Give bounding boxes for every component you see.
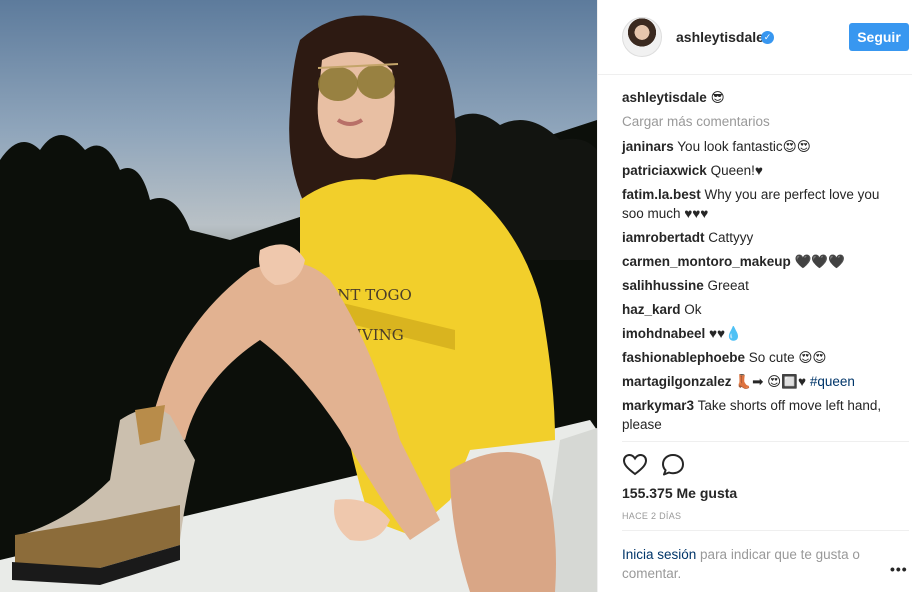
- like-count[interactable]: 155.375 Me gusta: [622, 485, 737, 501]
- post-photo[interactable]: CANT TOGO BLIVING: [0, 0, 597, 592]
- comment-username[interactable]: martagilgonzalez: [622, 374, 732, 389]
- hashtag-link[interactable]: #queen: [810, 374, 855, 389]
- comment: janinars You look fantastic😍😍: [622, 135, 897, 159]
- comment-text: Cattyyy: [708, 230, 754, 245]
- comment-username[interactable]: haz_kard: [622, 302, 681, 317]
- comment-text: Ok: [684, 302, 702, 317]
- header-username[interactable]: ashleytisdale: [676, 29, 764, 45]
- heart-outline-icon[interactable]: [622, 452, 648, 478]
- comment-text: So cute 😍😍: [748, 350, 827, 365]
- comment: iamrobertadt Cattyyy: [622, 226, 897, 250]
- comment-username[interactable]: iamrobertadt: [622, 230, 705, 245]
- post-timestamp: HACE 2 DÍAS: [622, 511, 682, 521]
- comment: haz_kard Ok: [622, 298, 897, 322]
- comment-username[interactable]: salihhussine: [622, 278, 704, 293]
- comment-text: 👢➡ 😍🔲♥: [735, 374, 810, 389]
- more-options-icon[interactable]: •••: [890, 561, 908, 577]
- comment-username[interactable]: imohdnabeel: [622, 326, 705, 341]
- comment-username[interactable]: markymar3: [622, 398, 694, 413]
- post-caption: ashleytisdale 😎: [622, 88, 897, 108]
- instagram-post-view: CANT TOGO BLIVING ashleytisdale ✓ Seguir…: [0, 0, 912, 592]
- comment-text: You look fantastic😍😍: [677, 139, 811, 154]
- divider: [622, 441, 909, 442]
- comment-username[interactable]: patriciaxwick: [622, 163, 707, 178]
- comment: fatim.la.best Why you are perfect love y…: [622, 183, 897, 226]
- photo-illustration: CANT TOGO BLIVING: [0, 15, 597, 592]
- follow-button[interactable]: Seguir: [849, 23, 909, 51]
- comment-text: 🖤🖤🖤: [794, 254, 846, 269]
- load-more-comments-link[interactable]: Cargar más comentarios: [622, 112, 897, 132]
- avatar[interactable]: [622, 17, 662, 57]
- comments-list: ashleytisdale 😎 Cargar más comentarios j…: [622, 88, 897, 437]
- verified-badge-icon: ✓: [761, 31, 774, 44]
- login-link[interactable]: Inicia sesión: [622, 547, 696, 562]
- comment-bubble-icon[interactable]: [660, 452, 686, 478]
- login-prompt: Inicia sesión para indicar que te gusta …: [622, 545, 882, 583]
- divider: [622, 530, 909, 531]
- caption-username[interactable]: ashleytisdale: [622, 90, 707, 105]
- comment: markymar3 Take shorts off move left hand…: [622, 394, 897, 437]
- comment-username[interactable]: janinars: [622, 139, 674, 154]
- comment: carmen_montoro_makeup 🖤🖤🖤: [622, 250, 897, 274]
- comment-username[interactable]: carmen_montoro_makeup: [622, 254, 791, 269]
- comment-username[interactable]: fatim.la.best: [622, 187, 701, 202]
- comment-text: ♥♥💧: [709, 326, 742, 341]
- comment: martagilgonzalez 👢➡ 😍🔲♥ #queen: [622, 370, 897, 394]
- post-side-panel: ashleytisdale ✓ Seguir ashleytisdale 😎 C…: [597, 0, 912, 592]
- comment: fashionablephoebe So cute 😍😍: [622, 346, 897, 370]
- comment: patriciaxwick Queen!♥: [622, 159, 897, 183]
- caption-text: 😎: [710, 90, 725, 105]
- comment-username[interactable]: fashionablephoebe: [622, 350, 745, 365]
- post-header: ashleytisdale ✓ Seguir: [598, 0, 912, 75]
- comment-text: Queen!♥: [710, 163, 763, 178]
- comment: imohdnabeel ♥♥💧: [622, 322, 897, 346]
- comment-text: Greeat: [707, 278, 749, 293]
- comment: salihhussine Greeat: [622, 274, 897, 298]
